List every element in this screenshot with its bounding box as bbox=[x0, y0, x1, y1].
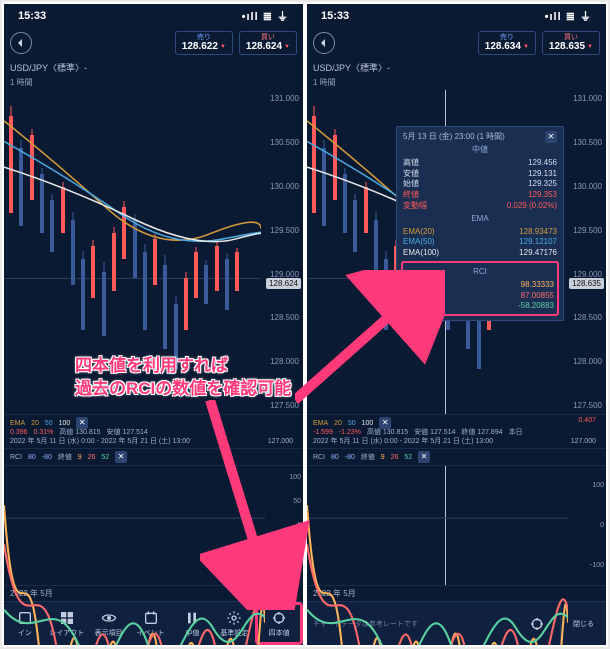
sell-rate-box[interactable]: 売り 128.634▼ bbox=[478, 31, 536, 56]
last-price-tag: 128.624 bbox=[266, 278, 301, 289]
timeframe-label: 1 時間 bbox=[307, 77, 606, 90]
rci-lines bbox=[4, 466, 265, 645]
buy-rate-box[interactable]: 買い 128.635▼ bbox=[542, 31, 600, 56]
back-button[interactable] bbox=[313, 32, 335, 54]
y-axis: 131.000130.500130.000129.500129.000128.5… bbox=[564, 90, 604, 414]
candlesticks bbox=[4, 90, 261, 414]
rci-values-highlight: RCI RCI(9)98.33333 RCI(26)87.00855 RCI(5… bbox=[401, 261, 559, 316]
pair-label[interactable]: USD/JPY〈標準〉- bbox=[4, 58, 303, 77]
sell-rate-box[interactable]: 売り 128.622▼ bbox=[175, 31, 233, 56]
status-icons bbox=[242, 8, 289, 24]
status-time: 15:33 bbox=[18, 10, 46, 22]
status-bar: 15:33 bbox=[4, 4, 303, 28]
top-bar: 売り 128.622▼ 買い 128.624▼ bbox=[4, 28, 303, 58]
status-time: 15:33 bbox=[321, 10, 349, 22]
rci-info-strip: RCI 80 -80 終値 9 26 52 ✕ bbox=[307, 448, 606, 465]
main-chart[interactable]: 131.000130.500130.000129.500129.000128.5… bbox=[4, 90, 303, 414]
timeframe-label: 1 時間 bbox=[4, 77, 303, 90]
ema-info-strip: EMA 20 50 100 ✕ 0.407 -1.599 -1.23% 高値 1… bbox=[307, 414, 606, 448]
top-bar: 売り 128.634▼ 買い 128.635▼ bbox=[307, 28, 606, 58]
close-icon[interactable]: ✕ bbox=[418, 451, 430, 463]
close-icon[interactable]: ✕ bbox=[76, 417, 88, 429]
ema-info-strip: EMA 20 50 100 ✕ 0.396 0.31% 高値 130.815 安… bbox=[4, 414, 303, 448]
rci-lines bbox=[307, 466, 568, 645]
buy-rate-box[interactable]: 買い 128.624▼ bbox=[239, 31, 297, 56]
status-bar: 15:33 bbox=[307, 4, 606, 28]
phone-left: 15:33 売り 128.622▼ 買い 128.624▼ USD/JPY〈標準… bbox=[4, 4, 303, 645]
pair-label[interactable]: USD/JPY〈標準〉- bbox=[307, 58, 606, 77]
rci-y-axis: 100500-50-100 bbox=[265, 466, 301, 585]
main-chart[interactable]: 131.000130.500130.000129.500129.000128.5… bbox=[307, 90, 606, 414]
rci-info-strip: RCI 80 -80 終値 9 26 52 ✕ bbox=[4, 448, 303, 465]
phone-right: 15:33 売り 128.634▼ 買い 128.635▼ USD/JPY〈標準… bbox=[307, 4, 606, 645]
close-icon[interactable]: ✕ bbox=[545, 131, 557, 143]
ohlc-tooltip: 5月 13 日 (金) 23:00 (1 時間)✕ 中値 高値129.456 安… bbox=[396, 126, 564, 321]
close-icon[interactable]: ✕ bbox=[115, 451, 127, 463]
rci-y-axis: 1000-100 bbox=[568, 466, 604, 585]
last-price-tag: 128.635 bbox=[569, 278, 604, 289]
rci-subchart[interactable]: 1000-100 bbox=[307, 465, 606, 585]
y-axis: 131.000130.500130.000129.500129.000128.5… bbox=[261, 90, 301, 414]
back-button[interactable] bbox=[10, 32, 32, 54]
status-icons bbox=[545, 8, 592, 24]
rci-subchart[interactable]: 100500-50-100 bbox=[4, 465, 303, 585]
close-icon[interactable]: ✕ bbox=[379, 417, 391, 429]
